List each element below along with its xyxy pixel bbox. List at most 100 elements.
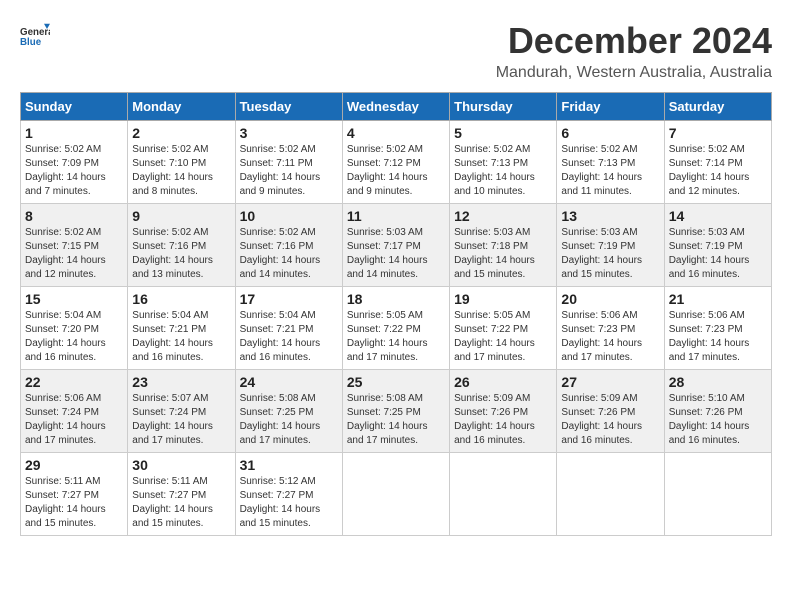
calendar-cell: 19Sunrise: 5:05 AM Sunset: 7:22 PM Dayli… <box>450 287 557 370</box>
calendar-cell: 26Sunrise: 5:09 AM Sunset: 7:26 PM Dayli… <box>450 370 557 453</box>
calendar-cell: 11 Sunrise: 5:03 AM Sunset: 7:17 PM Dayli… <box>342 204 449 287</box>
calendar-cell: 23 Sunrise: 5:07 AM Sunset: 7:24 PM Dayli… <box>128 370 235 453</box>
day-number: 2 <box>132 125 230 141</box>
calendar-cell: 20 Sunrise: 5:06 AM Sunset: 7:23 PM Dayli… <box>557 287 664 370</box>
calendar-cell: 24Sunrise: 5:08 AM Sunset: 7:25 PM Dayli… <box>235 370 342 453</box>
calendar-cell: 10Sunrise: 5:02 AM Sunset: 7:16 PM Dayli… <box>235 204 342 287</box>
day-number: 1 <box>25 125 123 141</box>
day-info: Sunrise: 5:02 AM Sunset: 7:13 PM Dayligh… <box>561 143 659 199</box>
day-number: 14 <box>669 208 767 224</box>
day-number: 24 <box>240 374 338 390</box>
day-number: 21 <box>669 291 767 307</box>
calendar-cell: 2Sunrise: 5:02 AM Sunset: 7:10 PM Daylig… <box>128 121 235 204</box>
calendar-cell: 13 Sunrise: 5:03 AM Sunset: 7:19 PM Dayli… <box>557 204 664 287</box>
day-number: 11 <box>347 208 445 224</box>
calendar-cell: 9 Sunrise: 5:02 AM Sunset: 7:16 PM Daylig… <box>128 204 235 287</box>
calendar-cell: 18 Sunrise: 5:05 AM Sunset: 7:22 PM Dayli… <box>342 287 449 370</box>
calendar-cell: 5 Sunrise: 5:02 AM Sunset: 7:13 PM Daylig… <box>450 121 557 204</box>
day-info: Sunrise: 5:02 AM Sunset: 7:16 PM Dayligh… <box>240 226 338 282</box>
column-header-tuesday: Tuesday <box>235 93 342 121</box>
day-number: 22 <box>25 374 123 390</box>
column-header-sunday: Sunday <box>21 93 128 121</box>
day-number: 18 <box>347 291 445 307</box>
day-info: Sunrise: 5:06 AM Sunset: 7:23 PM Dayligh… <box>669 309 767 365</box>
day-info: Sunrise: 5:11 AM Sunset: 7:27 PM Dayligh… <box>132 475 230 531</box>
calendar: SundayMondayTuesdayWednesdayThursdayFrid… <box>20 92 772 536</box>
day-number: 23 <box>132 374 230 390</box>
svg-text:Blue: Blue <box>20 37 42 48</box>
calendar-cell: 28Sunrise: 5:10 AM Sunset: 7:26 PM Dayli… <box>664 370 771 453</box>
day-info: Sunrise: 5:05 AM Sunset: 7:22 PM Dayligh… <box>454 309 552 365</box>
day-info: Sunrise: 5:04 AM Sunset: 7:20 PM Dayligh… <box>25 309 123 365</box>
calendar-cell: 22 Sunrise: 5:06 AM Sunset: 7:24 PM Dayli… <box>21 370 128 453</box>
day-info: Sunrise: 5:05 AM Sunset: 7:22 PM Dayligh… <box>347 309 445 365</box>
day-info: Sunrise: 5:11 AM Sunset: 7:27 PM Dayligh… <box>25 475 123 531</box>
column-header-friday: Friday <box>557 93 664 121</box>
day-info: Sunrise: 5:08 AM Sunset: 7:25 PM Dayligh… <box>347 392 445 448</box>
day-number: 6 <box>561 125 659 141</box>
calendar-cell: 4 Sunrise: 5:02 AM Sunset: 7:12 PM Daylig… <box>342 121 449 204</box>
day-number: 31 <box>240 457 338 473</box>
day-info: Sunrise: 5:06 AM Sunset: 7:24 PM Dayligh… <box>25 392 123 448</box>
calendar-cell: 21 Sunrise: 5:06 AM Sunset: 7:23 PM Dayli… <box>664 287 771 370</box>
main-title: December 2024 <box>496 20 772 62</box>
day-info: Sunrise: 5:07 AM Sunset: 7:24 PM Dayligh… <box>132 392 230 448</box>
calendar-cell: 14Sunrise: 5:03 AM Sunset: 7:19 PM Dayli… <box>664 204 771 287</box>
calendar-cell <box>557 453 664 536</box>
day-number: 7 <box>669 125 767 141</box>
day-info: Sunrise: 5:02 AM Sunset: 7:16 PM Dayligh… <box>132 226 230 282</box>
calendar-week-row: 15 Sunrise: 5:04 AM Sunset: 7:20 PM Dayli… <box>21 287 772 370</box>
calendar-cell: 12 Sunrise: 5:03 AM Sunset: 7:18 PM Dayli… <box>450 204 557 287</box>
day-info: Sunrise: 5:02 AM Sunset: 7:12 PM Dayligh… <box>347 143 445 199</box>
day-number: 8 <box>25 208 123 224</box>
column-header-wednesday: Wednesday <box>342 93 449 121</box>
day-info: Sunrise: 5:09 AM Sunset: 7:26 PM Dayligh… <box>561 392 659 448</box>
day-info: Sunrise: 5:02 AM Sunset: 7:09 PM Dayligh… <box>25 143 123 199</box>
calendar-week-row: 1 Sunrise: 5:02 AM Sunset: 7:09 PM Daylig… <box>21 121 772 204</box>
calendar-cell <box>664 453 771 536</box>
day-info: Sunrise: 5:02 AM Sunset: 7:11 PM Dayligh… <box>240 143 338 199</box>
day-number: 4 <box>347 125 445 141</box>
calendar-cell <box>342 453 449 536</box>
calendar-cell: 6 Sunrise: 5:02 AM Sunset: 7:13 PM Daylig… <box>557 121 664 204</box>
column-header-monday: Monday <box>128 93 235 121</box>
day-info: Sunrise: 5:04 AM Sunset: 7:21 PM Dayligh… <box>132 309 230 365</box>
calendar-cell: 25Sunrise: 5:08 AM Sunset: 7:25 PM Dayli… <box>342 370 449 453</box>
calendar-cell: 7 Sunrise: 5:02 AM Sunset: 7:14 PM Daylig… <box>664 121 771 204</box>
calendar-cell: 31 Sunrise: 5:12 AM Sunset: 7:27 PM Dayli… <box>235 453 342 536</box>
day-number: 5 <box>454 125 552 141</box>
day-info: Sunrise: 5:02 AM Sunset: 7:14 PM Dayligh… <box>669 143 767 199</box>
logo-icon: General Blue <box>20 20 50 50</box>
logo: General Blue <box>20 20 50 50</box>
calendar-week-row: 8 Sunrise: 5:02 AM Sunset: 7:15 PM Daylig… <box>21 204 772 287</box>
day-number: 30 <box>132 457 230 473</box>
calendar-cell: 16Sunrise: 5:04 AM Sunset: 7:21 PM Dayli… <box>128 287 235 370</box>
day-info: Sunrise: 5:10 AM Sunset: 7:26 PM Dayligh… <box>669 392 767 448</box>
calendar-week-row: 29 Sunrise: 5:11 AM Sunset: 7:27 PM Dayli… <box>21 453 772 536</box>
day-info: Sunrise: 5:12 AM Sunset: 7:27 PM Dayligh… <box>240 475 338 531</box>
calendar-cell: 15 Sunrise: 5:04 AM Sunset: 7:20 PM Dayli… <box>21 287 128 370</box>
day-info: Sunrise: 5:02 AM Sunset: 7:15 PM Dayligh… <box>25 226 123 282</box>
calendar-cell <box>450 453 557 536</box>
calendar-cell: 27 Sunrise: 5:09 AM Sunset: 7:26 PM Dayli… <box>557 370 664 453</box>
subtitle: Mandurah, Western Australia, Australia <box>496 64 772 82</box>
calendar-week-row: 22 Sunrise: 5:06 AM Sunset: 7:24 PM Dayli… <box>21 370 772 453</box>
day-number: 13 <box>561 208 659 224</box>
day-info: Sunrise: 5:02 AM Sunset: 7:13 PM Dayligh… <box>454 143 552 199</box>
day-number: 9 <box>132 208 230 224</box>
day-info: Sunrise: 5:03 AM Sunset: 7:17 PM Dayligh… <box>347 226 445 282</box>
day-info: Sunrise: 5:06 AM Sunset: 7:23 PM Dayligh… <box>561 309 659 365</box>
day-number: 29 <box>25 457 123 473</box>
day-number: 3 <box>240 125 338 141</box>
column-header-saturday: Saturday <box>664 93 771 121</box>
day-info: Sunrise: 5:03 AM Sunset: 7:18 PM Dayligh… <box>454 226 552 282</box>
day-number: 26 <box>454 374 552 390</box>
day-number: 15 <box>25 291 123 307</box>
day-number: 27 <box>561 374 659 390</box>
day-number: 20 <box>561 291 659 307</box>
day-number: 12 <box>454 208 552 224</box>
calendar-header-row: SundayMondayTuesdayWednesdayThursdayFrid… <box>21 93 772 121</box>
calendar-cell: 29 Sunrise: 5:11 AM Sunset: 7:27 PM Dayli… <box>21 453 128 536</box>
day-info: Sunrise: 5:03 AM Sunset: 7:19 PM Dayligh… <box>561 226 659 282</box>
title-area: December 2024 Mandurah, Western Australi… <box>496 20 772 82</box>
